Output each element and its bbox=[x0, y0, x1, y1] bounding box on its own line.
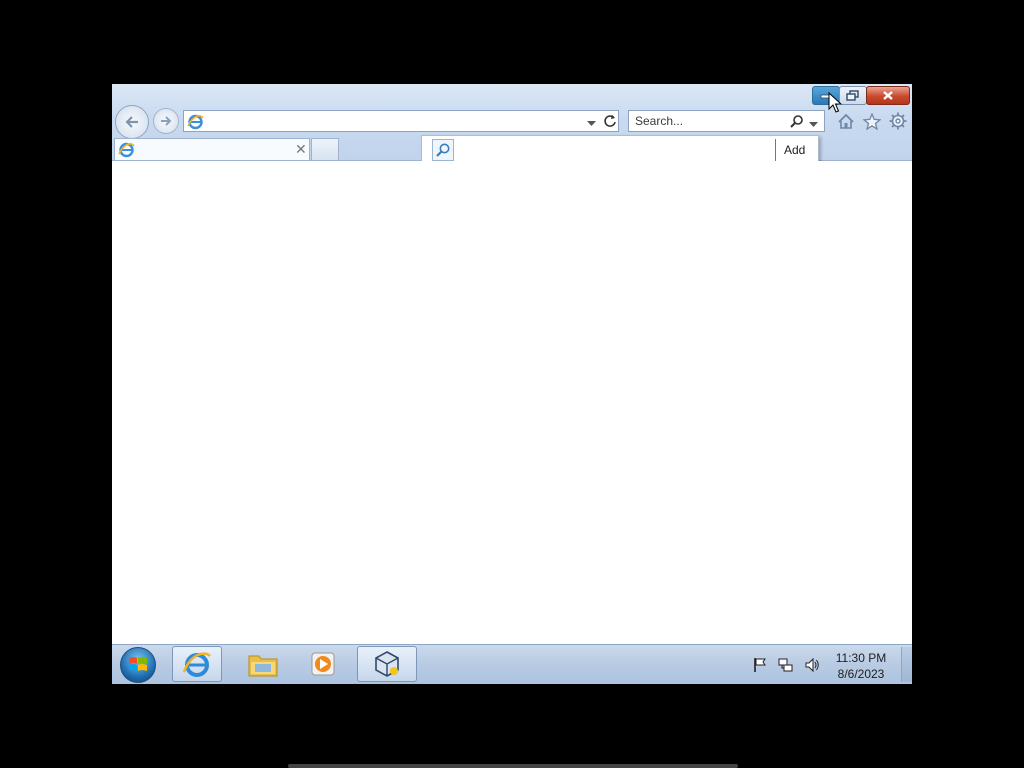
mouse-cursor-icon bbox=[828, 92, 842, 113]
ie-page-icon bbox=[187, 113, 204, 133]
close-icon bbox=[883, 91, 893, 100]
file-explorer-icon bbox=[248, 655, 278, 677]
browser-tab[interactable]: ✕ bbox=[114, 138, 310, 160]
home-icon[interactable] bbox=[836, 111, 856, 131]
tab-close-icon[interactable]: ✕ bbox=[295, 140, 307, 158]
action-center-flag-icon[interactable] bbox=[752, 657, 768, 676]
new-tab-button[interactable] bbox=[311, 138, 339, 160]
back-button[interactable] bbox=[115, 105, 149, 139]
clock[interactable]: 11:30 PM 8/6/2023 bbox=[824, 650, 898, 682]
taskbar-virtualbox[interactable] bbox=[357, 646, 417, 682]
virtualbox-icon bbox=[375, 651, 399, 677]
start-button[interactable] bbox=[120, 647, 156, 683]
find-input[interactable] bbox=[462, 141, 762, 159]
find-search-icon[interactable] bbox=[432, 139, 454, 161]
screen: ✕ Add bbox=[112, 84, 912, 684]
windows-logo-icon bbox=[129, 657, 147, 671]
taskbar: 11:30 PM 8/6/2023 bbox=[112, 644, 912, 684]
clock-date: 8/6/2023 bbox=[837, 667, 885, 681]
close-button[interactable] bbox=[866, 86, 910, 105]
refresh-icon[interactable] bbox=[603, 114, 617, 131]
command-icons bbox=[836, 111, 908, 131]
forward-arrow-icon bbox=[161, 116, 172, 126]
search-input[interactable] bbox=[635, 113, 775, 129]
address-dropdown-icon[interactable] bbox=[587, 116, 596, 130]
find-separator bbox=[775, 139, 776, 161]
clock-time: 11:30 PM bbox=[835, 651, 887, 665]
network-icon[interactable] bbox=[778, 657, 794, 676]
search-icon[interactable] bbox=[789, 114, 804, 132]
search-dropdown-icon[interactable] bbox=[809, 117, 818, 131]
address-bar[interactable] bbox=[183, 110, 619, 132]
host-bottom-bar bbox=[288, 764, 738, 768]
back-arrow-icon bbox=[125, 116, 138, 128]
restore-button[interactable] bbox=[839, 86, 867, 105]
internet-explorer-icon bbox=[182, 652, 211, 677]
favorites-star-icon[interactable] bbox=[862, 111, 882, 131]
gear-icon[interactable] bbox=[888, 111, 908, 131]
ie-tab-icon bbox=[118, 141, 135, 161]
page-content[interactable] bbox=[112, 161, 912, 644]
add-button[interactable]: Add bbox=[784, 143, 805, 157]
volume-icon[interactable] bbox=[804, 657, 820, 676]
address-input[interactable] bbox=[208, 113, 578, 129]
taskbar-file-explorer[interactable] bbox=[238, 646, 288, 682]
search-box[interactable] bbox=[628, 110, 825, 132]
taskbar-media-player[interactable] bbox=[298, 646, 348, 682]
system-tray bbox=[752, 657, 820, 676]
media-player-icon bbox=[311, 652, 335, 676]
show-desktop-button[interactable] bbox=[901, 647, 912, 682]
restore-icon bbox=[846, 89, 859, 101]
forward-button[interactable] bbox=[153, 108, 179, 134]
taskbar-internet-explorer[interactable] bbox=[172, 646, 222, 682]
